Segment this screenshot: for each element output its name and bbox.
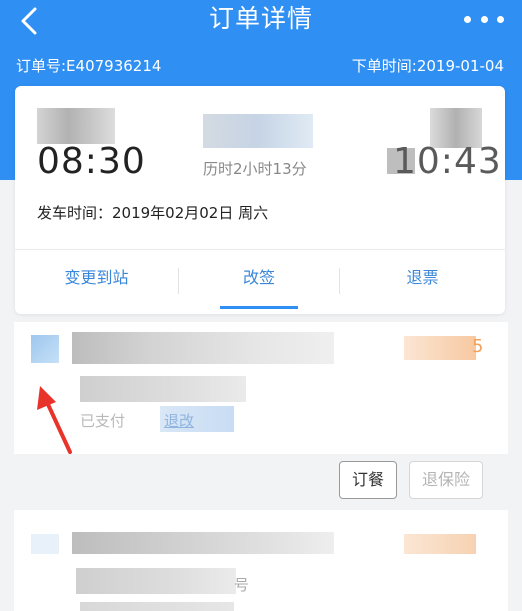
paid-status: 已支付 [80, 412, 126, 430]
more-dots-icon [464, 15, 471, 23]
order-time: 下单时间:2019-01-04 [351, 57, 504, 75]
ticket-item: 5 已支付 退改 [14, 322, 508, 454]
passenger-icon [31, 335, 59, 363]
blurred-passenger-info [72, 532, 334, 554]
blurred-seat-info [76, 568, 236, 594]
passenger-icon [31, 534, 59, 554]
page-title: 订单详情 [208, 4, 313, 33]
blurred-price [404, 534, 476, 554]
change-station-button[interactable]: 变更到站 [15, 250, 178, 314]
refund-change-link[interactable]: 退改 [164, 410, 194, 431]
blurred-price [404, 336, 476, 360]
departure-time: 08:30 [37, 141, 146, 182]
annotation-arrow-icon [37, 386, 72, 454]
trip-duration: 历时2小时13分 [203, 160, 307, 178]
blurred-passenger-info [72, 332, 334, 364]
refund-button[interactable]: 退票 [340, 250, 505, 314]
active-tab-indicator [220, 306, 298, 309]
reschedule-button[interactable]: 改签 [179, 250, 339, 314]
order-meal-button[interactable]: 订餐 [339, 461, 397, 499]
blurred-seat-info [80, 376, 246, 402]
trip-card: 08:30 10:43 历时2小时13分 发车时间：2019年02月02日 周六… [15, 86, 505, 314]
departure-date: 发车时间：2019年02月02日 周六 [37, 204, 269, 222]
arrival-time: 10:43 [393, 141, 502, 182]
more-button[interactable] [464, 12, 504, 26]
order-number: 订单号:E407936214 [16, 57, 162, 75]
blurred-departure-station [37, 108, 115, 144]
cancel-insurance-button[interactable]: 退保险 [409, 461, 483, 499]
blurred-train-number [203, 114, 313, 148]
trip-actions: 变更到站 改签 退票 [15, 250, 505, 314]
ticket-item: 号 [14, 510, 508, 611]
